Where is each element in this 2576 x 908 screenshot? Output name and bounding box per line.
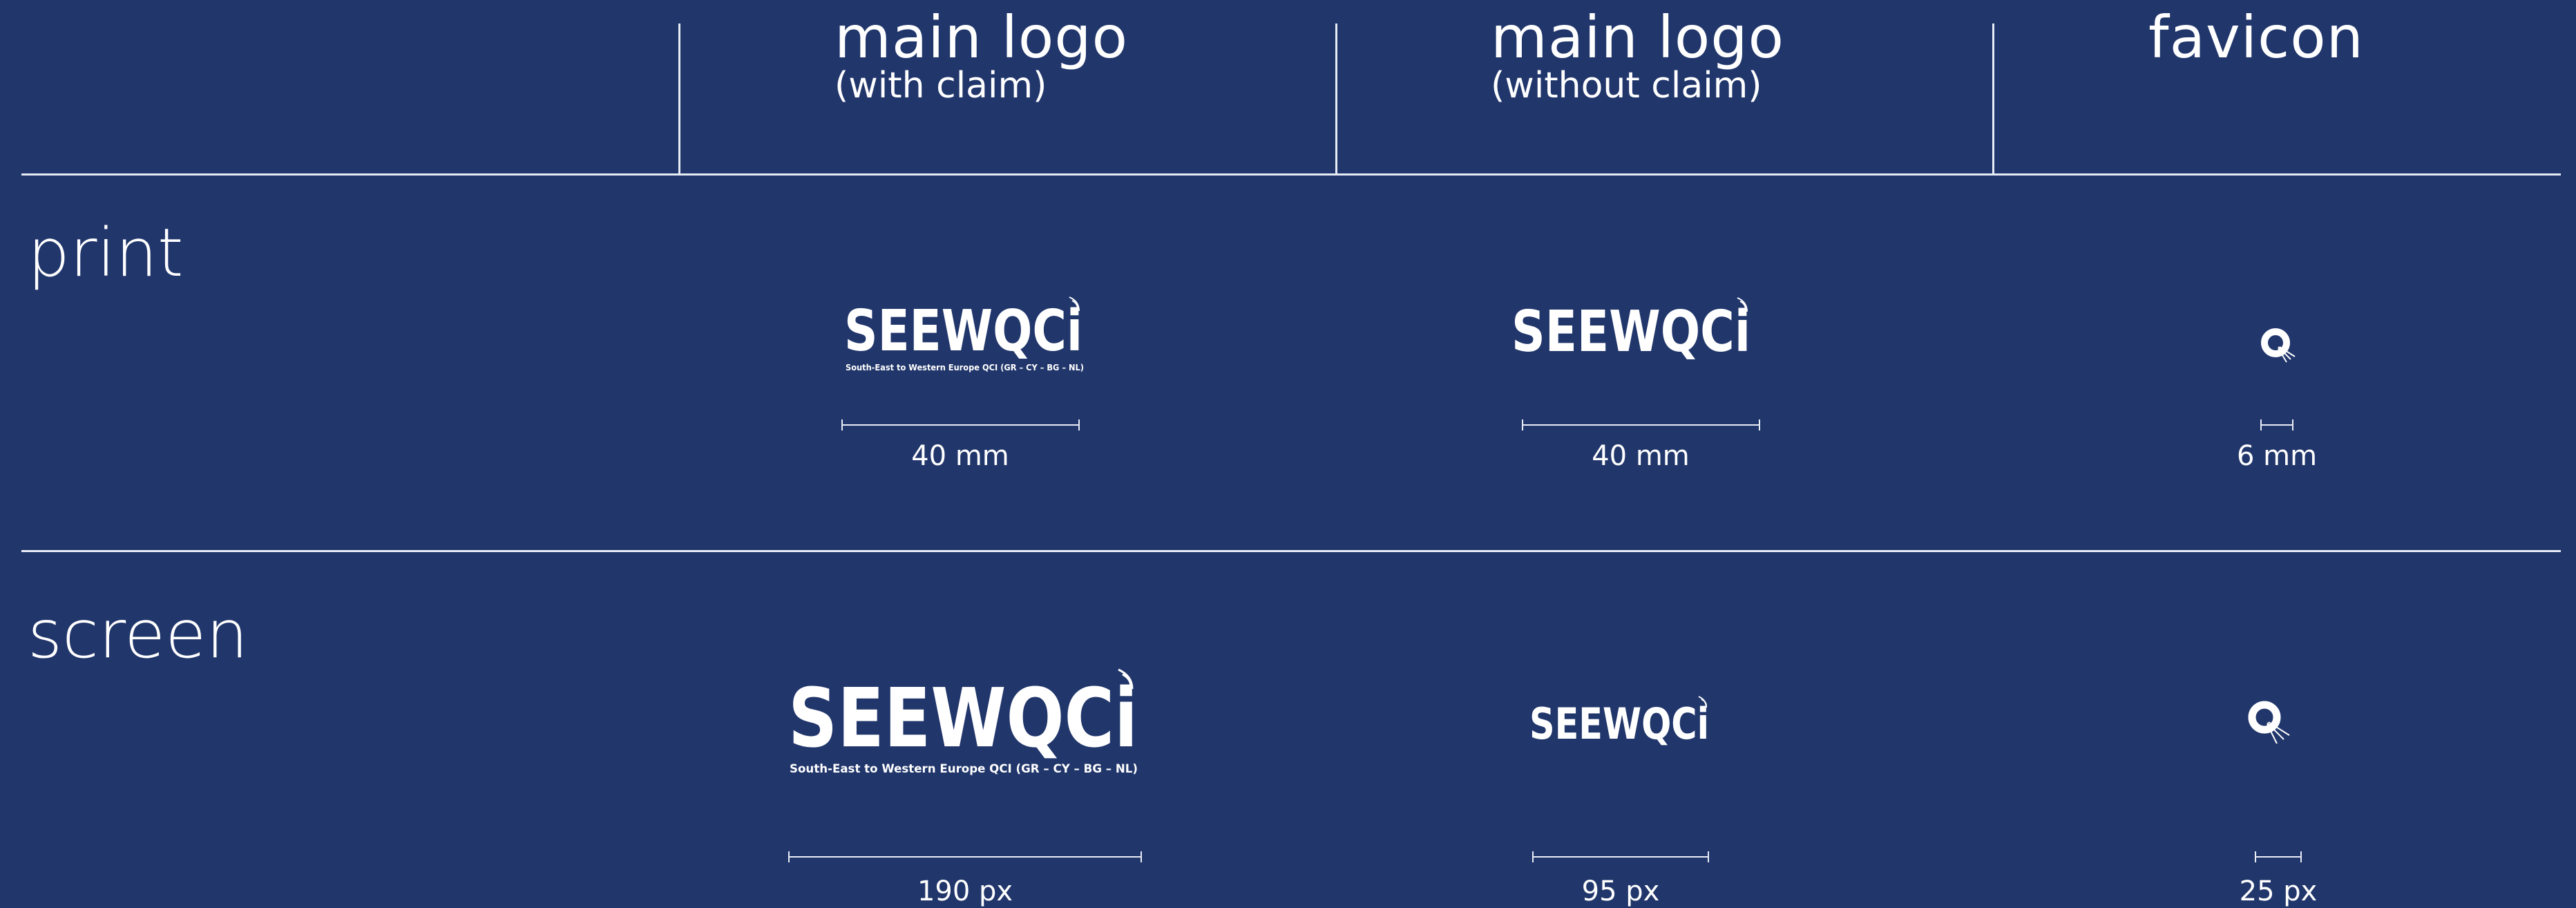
seewqci-logo-with-claim-print: SEEWQCi South-East to Western Europe QCI… — [844, 296, 1084, 372]
logo-claim: South-East to Western Europe QCI (GR – C… — [846, 363, 1084, 372]
size-label-print-with-claim: 40 mm — [911, 440, 1009, 472]
logo-claim: South-East to Western Europe QCI (GR – C… — [790, 762, 1138, 776]
logo-wordmark: SEEWQCi — [1511, 299, 1750, 365]
size-label-screen-without-claim: 95 px — [1581, 876, 1660, 907]
size-label-screen-favicon: 25 px — [2239, 876, 2318, 907]
logo-wordmark: SEEWQCi — [788, 670, 1138, 766]
row-label-screen: screen — [28, 596, 249, 673]
column-subtitle-with-claim: (with claim) — [834, 65, 1047, 106]
seewqci-logo-screen: SEEWQCi — [1529, 696, 1709, 749]
row-divider — [21, 550, 2561, 552]
size-label-print-favicon: 6 mm — [2236, 440, 2318, 472]
header-divider — [21, 173, 2561, 176]
size-label-screen-with-claim: 190 px — [917, 876, 1013, 907]
seewqci-logo-with-claim-screen: SEEWQCi South-East to Western Europe QCI… — [788, 668, 1138, 776]
column-title-main-logo-without-claim: main logo — [1491, 3, 1785, 71]
logo-wordmark: SEEWQCi — [844, 299, 1082, 364]
logo-wordmark: SEEWQCi — [1529, 699, 1709, 749]
seewqci-favicon-screen — [2248, 701, 2290, 744]
column-divider — [1992, 23, 1994, 174]
column-title-main-logo-with-claim: main logo — [834, 3, 1129, 71]
row-label-print: print — [28, 214, 184, 292]
size-label-print-without-claim: 40 mm — [1592, 440, 1690, 472]
seewqci-favicon-print — [2261, 328, 2296, 363]
column-divider — [678, 23, 680, 174]
seewqci-logo-print: SEEWQCi — [1511, 297, 1750, 365]
column-title-favicon: favicon — [2148, 3, 2364, 71]
column-subtitle-without-claim: (without claim) — [1491, 65, 1762, 106]
column-divider — [1335, 23, 1337, 174]
